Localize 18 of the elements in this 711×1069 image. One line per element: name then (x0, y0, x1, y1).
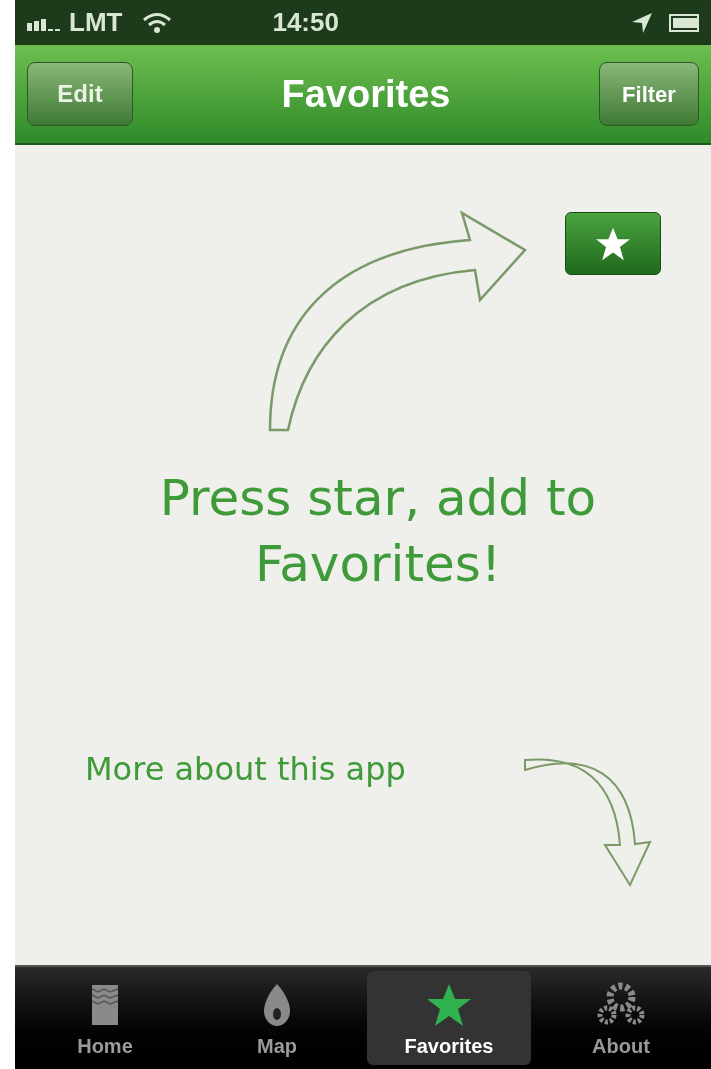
tab-item[interactable]: Map (195, 971, 359, 1065)
carrier-name: LMT (69, 6, 123, 39)
screen-title: Favorites (281, 71, 451, 117)
tab-item[interactable]: Favorites (367, 971, 531, 1065)
favorite-star-button[interactable] (565, 212, 661, 275)
tab-item[interactable]: About (539, 971, 703, 1065)
star-icon (426, 983, 472, 1027)
tab-item[interactable]: Home (23, 971, 187, 1065)
star-icon (595, 226, 631, 261)
stacked-tiles-icon (90, 983, 120, 1027)
location-arrow-icon (631, 11, 653, 34)
battery-icon (669, 13, 699, 32)
gears-icon (595, 981, 647, 1027)
map-pin-icon (263, 983, 291, 1027)
wifi-icon (142, 11, 173, 34)
about-hint-text: More about this app (85, 749, 406, 790)
instruction-text: Press star, add to Favorites! (158, 468, 598, 595)
clock-time: 14:50 (272, 6, 339, 39)
